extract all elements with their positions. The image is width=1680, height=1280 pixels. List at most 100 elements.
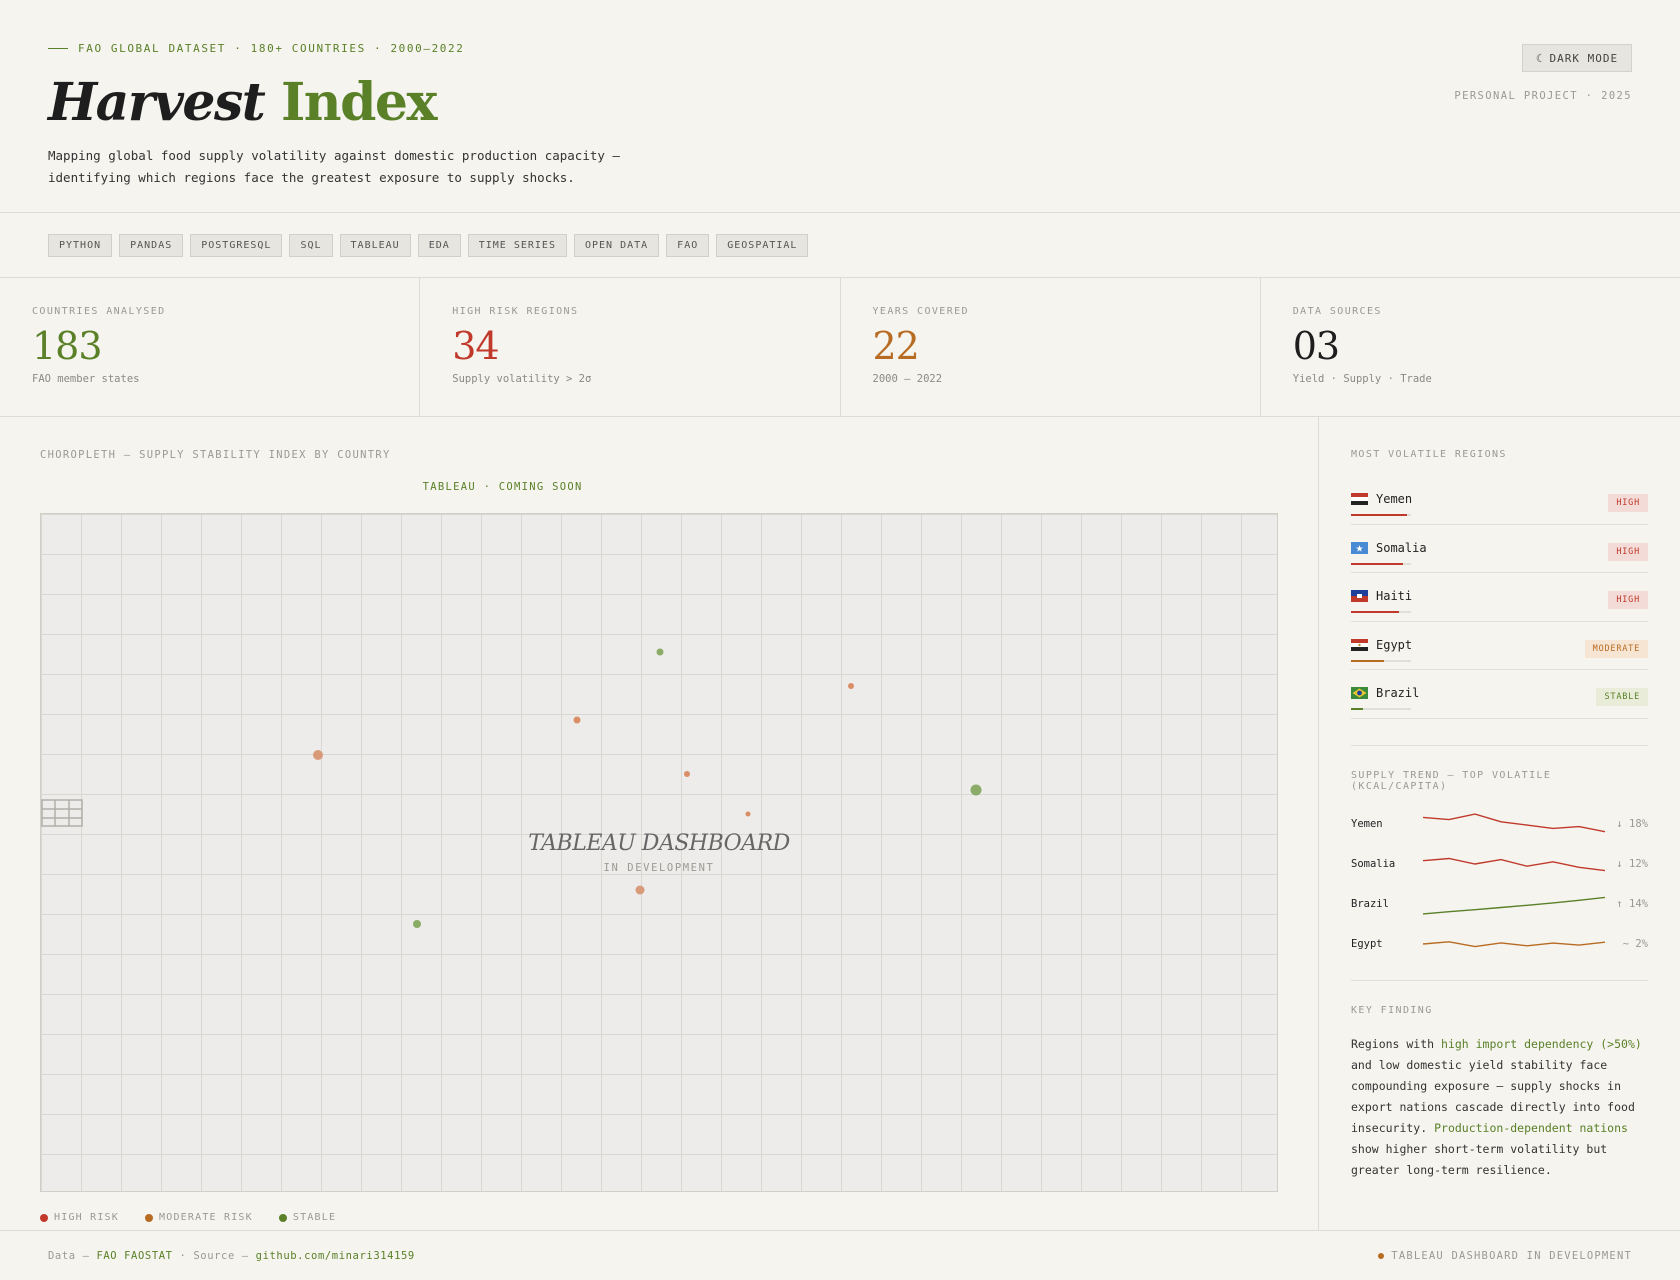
trend-rows: Yemen ↓ 18% Somalia ↓ 12% Brazil ↑ 14% Egypt ~ … — [1351, 804, 1648, 964]
footer-source-prefix: · Source — — [179, 1249, 249, 1262]
stat-subtext: 2000 — 2022 — [872, 373, 943, 385]
trend-sparkline — [1423, 940, 1605, 947]
egypt-flag-icon — [1351, 638, 1368, 651]
volatility-bar-track — [1351, 659, 1411, 662]
region-name: Brazil — [1351, 686, 1419, 700]
stats-strip: COUNTRIES ANALYSED 183 FAO member states HI… — [0, 278, 1680, 417]
tech-tag: TABLEAU — [339, 234, 411, 257]
trend-section: SUPPLY TREND — TOP VOLATILE (KCAL/CAPITA… — [1351, 744, 1648, 964]
footer-status: TABLEAU DASHBOARD IN DEVELOPMENT — [1378, 1250, 1632, 1262]
title-harvest: Harvest — [48, 72, 266, 133]
volatile-section-label: MOST VOLATILE REGIONS — [1351, 449, 1507, 460]
trend-country: Egypt — [1351, 937, 1383, 950]
region-label: Egypt — [1376, 637, 1413, 652]
brazil-flag-icon — [1351, 687, 1368, 699]
table-icon — [41, 799, 83, 827]
finding-text-1: Regions with — [1351, 1036, 1442, 1051]
legend-item: MODERATE RISK — [145, 1212, 253, 1223]
insights-sidebar: MOST VOLATILE REGIONS Yemen HIGH Somalia HI… — [1319, 417, 1680, 1230]
placeholder-subtitle: IN DEVELOPMENT — [603, 862, 715, 874]
trend-change: ↑ 14% — [1616, 897, 1648, 910]
stat-value: 34 — [452, 324, 499, 368]
stat-subtext: Yield · Supply · Trade — [1292, 373, 1432, 385]
map-dot — [413, 920, 421, 928]
legend-dot-icon — [40, 1213, 48, 1222]
region-label: Brazil — [1376, 686, 1420, 700]
region-label: Somalia — [1376, 540, 1427, 555]
map-header: CHOROPLETH — SUPPLY STABILITY INDEX BY C… — [40, 449, 1278, 493]
map-status-label: TABLEAU · COMING SOON — [422, 481, 583, 493]
stat-subtext: FAO member states — [32, 373, 140, 385]
tech-tag: FAO — [666, 234, 710, 257]
map-dot — [573, 716, 581, 724]
main-content: CHOROPLETH — SUPPLY STABILITY INDEX BY C… — [0, 417, 1680, 1231]
volatility-bar-track — [1351, 708, 1411, 710]
tech-tag: GEOSPATIAL — [716, 234, 809, 257]
map-dot — [635, 885, 645, 895]
volatility-bar-track — [1351, 514, 1411, 516]
eyebrow-dash — [48, 48, 68, 49]
region-name: Haiti — [1351, 589, 1412, 603]
github-link[interactable]: github.com/minari314159 — [256, 1250, 415, 1262]
fao-faostat-link[interactable]: FAO FAOSTAT — [96, 1250, 172, 1262]
project-note: PERSONAL PROJECT · 2025 — [1454, 90, 1632, 102]
volatile-list: Yemen HIGH Somalia HIGH Haiti HIGH Egypt MODERA… — [1351, 476, 1648, 719]
legend-dot-icon — [278, 1213, 287, 1222]
stat-subtext: Supply volatility > 2σ — [452, 373, 592, 385]
volatile-region-row[interactable]: Brazil STABLE — [1351, 670, 1648, 719]
trend-sparkline — [1423, 857, 1605, 871]
volatility-bar-track — [1351, 562, 1411, 565]
volatility-bar-fill — [1351, 611, 1399, 613]
stat-value: 03 — [1292, 324, 1340, 368]
map-dot — [656, 648, 664, 656]
tech-tag: PANDAS — [119, 234, 184, 257]
finding-text-3: show higher short-term volatility but gr… — [1351, 1141, 1608, 1177]
trend-change: ~ 2% — [1622, 937, 1648, 950]
trend-row: Yemen ↓ 18% — [1351, 804, 1648, 844]
volatile-region-row[interactable]: Egypt MODERATE — [1351, 622, 1648, 670]
volatility-bar-fill — [1351, 562, 1404, 565]
volatility-bar-fill — [1351, 514, 1407, 516]
region-name: Yemen — [1351, 492, 1412, 506]
volatility-bar-fill — [1351, 708, 1363, 710]
legend-label: MODERATE RISK — [159, 1212, 253, 1223]
trend-country: Somalia — [1351, 857, 1396, 870]
footer-status-text: TABLEAU DASHBOARD IN DEVELOPMENT — [1391, 1249, 1632, 1262]
placeholder-title: TABLEAU DASHBOARD — [528, 831, 790, 856]
dataset-eyebrow: FAO GLOBAL DATASET · 180+ COUNTRIES · 20… — [48, 42, 1632, 55]
somalia-flag-icon — [1351, 541, 1368, 554]
status-dot-icon — [1378, 1252, 1385, 1259]
stat-label: COUNTRIES ANALYSED — [32, 306, 166, 317]
footer-credits: Data — FAO FAOSTAT · Source — github.com… — [48, 1250, 415, 1262]
legend-item: STABLE — [278, 1212, 336, 1223]
dark-mode-label: DARK MODE — [1549, 51, 1619, 65]
stat-card: DATA SOURCES 03 Yield · Supply · Trade — [1261, 278, 1680, 416]
finding-highlight-1: high import dependency (>50%) — [1441, 1036, 1642, 1051]
key-finding-text: Regions with high import dependency (>50… — [1351, 1034, 1648, 1181]
volatile-region-row[interactable]: Yemen HIGH — [1351, 476, 1648, 525]
trend-change: ↓ 12% — [1616, 857, 1648, 870]
region-name: Somalia — [1351, 541, 1427, 555]
title-index: Index — [280, 72, 438, 133]
tech-tag: OPEN DATA — [573, 234, 660, 257]
trend-line — [1423, 812, 1605, 832]
trend-sparkline — [1423, 896, 1605, 915]
yemen-flag-icon — [1351, 493, 1368, 505]
page-subtitle: Mapping global food supply volatility ag… — [48, 148, 620, 185]
dark-mode-button[interactable]: ☾ DARK MODE — [1522, 44, 1632, 72]
finding-section: KEY FINDING Regions with high import dep… — [1351, 979, 1648, 1181]
stat-value: 22 — [872, 324, 920, 368]
volatile-region-row[interactable]: Somalia HIGH — [1351, 525, 1648, 573]
legend-dot-icon — [145, 1213, 153, 1222]
map-dot — [313, 750, 323, 760]
map-dot — [848, 683, 854, 689]
legend-item: HIGH RISK — [40, 1212, 119, 1223]
volatile-region-row[interactable]: Haiti HIGH — [1351, 573, 1648, 622]
volatility-bar-track — [1351, 611, 1411, 613]
eyebrow-text: FAO GLOBAL DATASET · 180+ COUNTRIES · 20… — [78, 42, 465, 55]
risk-badge: HIGH — [1608, 591, 1648, 609]
stat-label: DATA SOURCES — [1292, 306, 1382, 317]
trend-sparkline — [1423, 812, 1605, 832]
risk-badge: STABLE — [1596, 688, 1648, 706]
trend-row: Egypt ~ 2% — [1351, 924, 1648, 964]
